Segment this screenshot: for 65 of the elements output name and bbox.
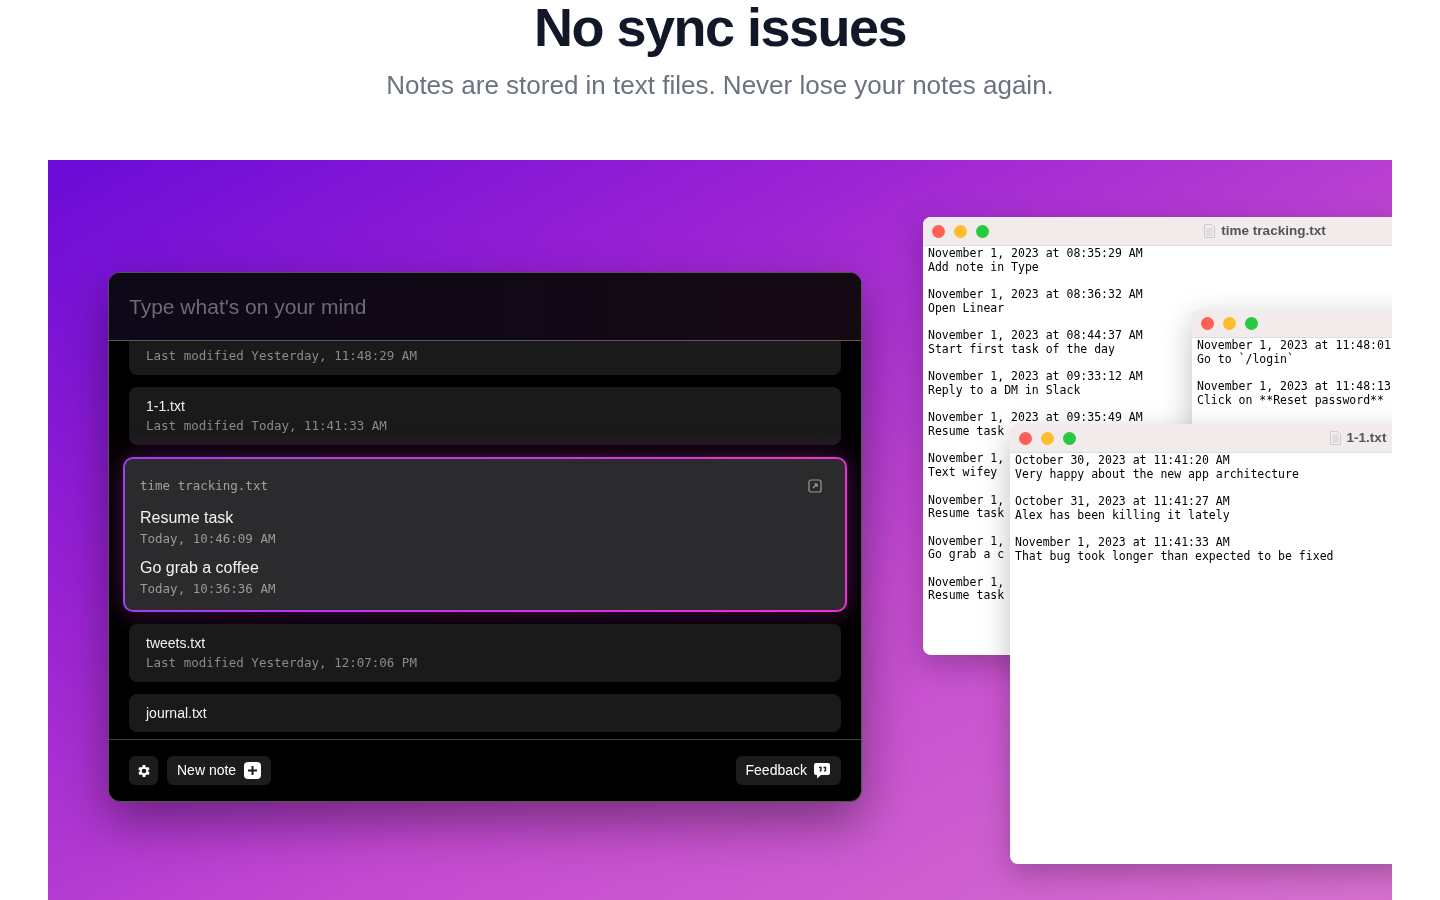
- new-note-button[interactable]: New note: [167, 756, 272, 785]
- entry-date: October 30, 2023 at 11:41:20 AM: [1015, 454, 1230, 468]
- window-minimize-button[interactable]: [1041, 431, 1054, 445]
- entry-time: Today, 10:36:36 AM: [140, 579, 277, 598]
- entry-text: Very happy about the new app architecture: [1015, 467, 1299, 482]
- entry-text: Start first task of the day: [928, 342, 1115, 357]
- entry-date: November 1, 2023 at 11:48:13: [1197, 380, 1391, 394]
- window-zoom-button[interactable]: [1245, 316, 1258, 330]
- entry-time: Today, 10:46:09 AM: [140, 529, 277, 548]
- entry-date: November 1, 2023 at 11:41:33 AM: [1015, 536, 1230, 550]
- entry-date: November 1, 2023 at 08:44:37 AM: [928, 329, 1143, 343]
- document-icon: [1329, 431, 1341, 445]
- entry-date: November 1, 2023 at 09:35:49 AM: [928, 411, 1143, 425]
- entry-text: Open Linear: [928, 301, 1005, 316]
- entry-text: Resume task: [928, 589, 1005, 604]
- note-card[interactable]: 1-1.txt Last modified Today, 11:41:33 AM: [129, 387, 841, 445]
- window-title: 1-1.txt: [1346, 428, 1387, 447]
- plus-icon: [244, 762, 262, 779]
- note-card[interactable]: tweets.txt Last modified Yesterday, 12:07:06 PM: [129, 623, 841, 682]
- entry-date: November 1,: [928, 452, 1005, 466]
- note-card[interactable]: Last modified Yesterday, 11:48:29 AM: [129, 341, 841, 375]
- note-filename: tweets.txt: [146, 633, 207, 652]
- note-filename: 1-1.txt: [146, 397, 186, 415]
- window-close-button[interactable]: [932, 224, 945, 238]
- entry-date: November 1,: [928, 575, 1005, 589]
- entry-text: Go grab a c: [928, 548, 1005, 563]
- entry-date: November 1, 2023 at 11:48:01: [1197, 339, 1391, 352]
- window-zoom-button[interactable]: [1063, 431, 1076, 445]
- entry-text: Add note in Type: [928, 260, 1039, 275]
- note-modified: Last modified Today, 11:41:33 AM: [146, 417, 388, 435]
- window-title: time tracking.txt: [1221, 221, 1326, 240]
- entry-text: Text wifey: [928, 466, 998, 480]
- entry-text: Alex has been killing it lately: [1015, 508, 1230, 523]
- document-icon: [1204, 224, 1216, 238]
- note-card[interactable]: journal.txt: [129, 693, 841, 732]
- entry-text: Click on **Reset password**: [1197, 393, 1384, 408]
- search-field[interactable]: Type what's on your mind: [109, 273, 861, 341]
- note-filename: time tracking.txt: [140, 477, 268, 495]
- window-close-button[interactable]: [1201, 316, 1214, 330]
- window-zoom-button[interactable]: [976, 224, 989, 238]
- open-external-icon[interactable]: [808, 479, 822, 493]
- note-modified: Last modified Yesterday, 12:07:06 PM: [146, 653, 418, 672]
- note-modified: Last modified Yesterday, 11:48:29 AM: [146, 347, 418, 365]
- note-card[interactable]: time tracking.txt Resume task Today, 10:46:09 AM Go grab a coffee Today, 10:36:36 AM: [123, 457, 847, 612]
- window-minimize-button[interactable]: [954, 224, 967, 238]
- page-subtitle: Notes are stored in text files. Never lose your notes again.: [386, 69, 1054, 102]
- feedback-button[interactable]: Feedback: [735, 756, 841, 785]
- settings-button[interactable]: [129, 756, 158, 785]
- entry-text: Resume task: [140, 507, 235, 528]
- entry-text: Go to `/login`: [1197, 352, 1294, 367]
- window-minimize-button[interactable]: [1223, 316, 1236, 330]
- window-close-button[interactable]: [1019, 431, 1032, 445]
- entry-text: Resume task: [928, 425, 1005, 439]
- entry-text: Reply to a DM in Slack: [928, 384, 1081, 398]
- entry-text: That bug took longer than expected to be fixed: [1015, 549, 1334, 564]
- entry-date: November 1, 2023 at 08:36:32 AM: [928, 288, 1143, 302]
- entry-date: November 1,: [928, 534, 1005, 548]
- entry-date: November 1, 2023 at 09:33:12 AM: [928, 370, 1143, 384]
- speech-bubble-icon: [813, 762, 831, 779]
- entry-date: November 1, 2023 at 08:35:29 AM: [928, 247, 1143, 261]
- entry-text: Go grab a coffee: [140, 557, 260, 578]
- entry-date: November 1,: [928, 493, 1005, 507]
- entry-text: Resume task: [928, 507, 1005, 521]
- note-filename: journal.txt: [146, 703, 208, 722]
- entry-date: October 31, 2023 at 11:41:27 AM: [1015, 495, 1230, 509]
